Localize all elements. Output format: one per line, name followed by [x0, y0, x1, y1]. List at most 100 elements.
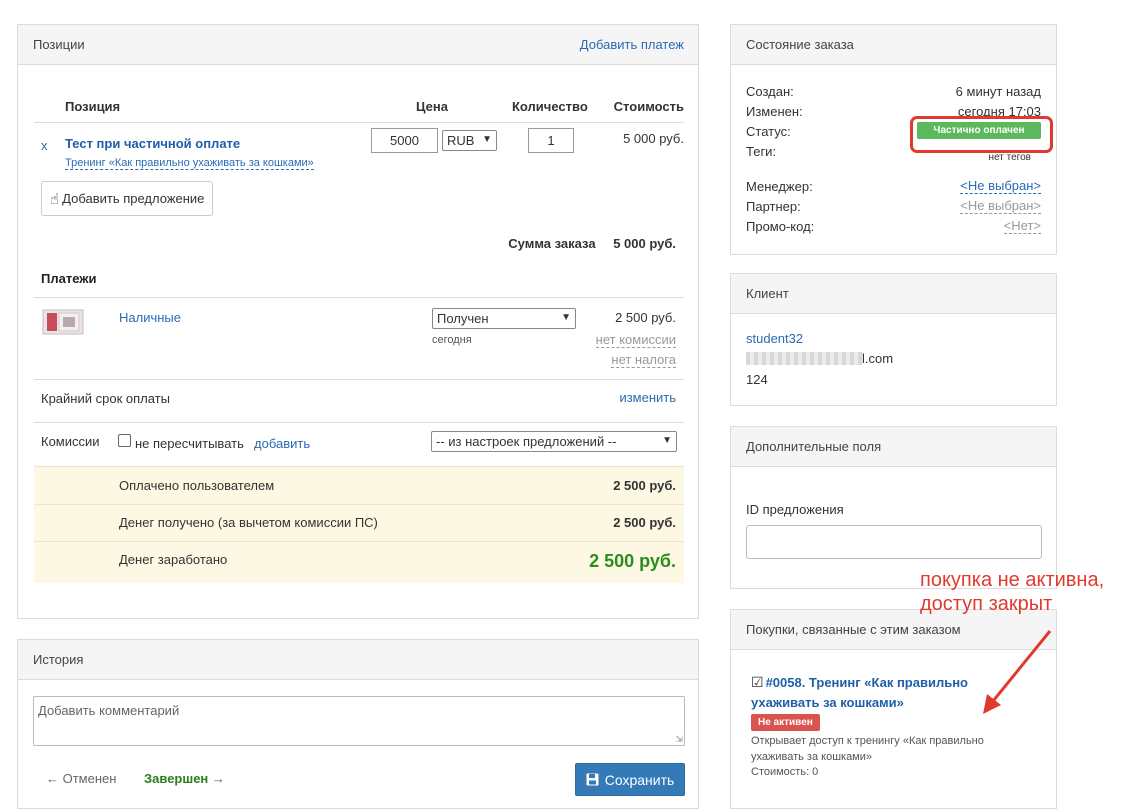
divider	[34, 379, 684, 380]
created-label: Создан:	[746, 84, 794, 99]
col-qty: Количество	[512, 99, 588, 114]
client-name-link[interactable]: student32	[746, 331, 803, 346]
offer-id-input[interactable]	[746, 525, 1042, 559]
earned-value: 2 500 руб.	[589, 551, 676, 571]
no-recalc-checkbox[interactable]	[118, 434, 131, 447]
add-offer-label: Добавить предложение	[62, 191, 205, 206]
received-label: Денег получено (за вычетом комиссии ПС)	[119, 515, 378, 530]
add-payment-link[interactable]: Добавить платеж	[580, 37, 684, 52]
extra-fields-header: Дополнительные поля	[731, 427, 1056, 467]
positions-header: Позиции Добавить платеж	[18, 25, 698, 65]
payments-title: Платежи	[41, 271, 97, 286]
order-status-header: Состояние заказа	[731, 25, 1056, 65]
purchase-cost: Стоимость: 0	[751, 766, 819, 778]
partner-select-link[interactable]: <Не выбран>	[960, 199, 1041, 214]
check-square-icon: ☑	[751, 674, 764, 690]
pointer-hand-icon: ☝	[50, 190, 60, 208]
currency-value: RUB	[447, 133, 475, 148]
earned-label: Денег заработано	[119, 552, 228, 567]
completed-status-button[interactable]: Завершен →	[144, 771, 225, 786]
add-commission-link[interactable]: добавить	[254, 436, 310, 451]
commission-source-select[interactable]: -- из настроек предложений -- ▼	[431, 431, 677, 452]
purchase-item: ☑ #0058. Тренинг «Как правильно ухаживать…	[751, 672, 991, 713]
status-badge[interactable]: Частично оплачен	[917, 122, 1041, 139]
positions-panel: Позиции Добавить платеж Позиция Цена Кол…	[17, 24, 699, 619]
purchase-description: Открывает доступ к тренингу «Как правиль…	[751, 735, 984, 763]
no-commission-link[interactable]: нет комиссии	[595, 333, 676, 348]
created-value: 6 минут назад	[955, 84, 1041, 99]
created-row: Создан: 6 минут назад	[746, 84, 1041, 99]
save-button[interactable]: Сохранить	[575, 763, 685, 796]
annotation-line-2: доступ закрыт	[920, 593, 1053, 615]
order-status-title: Состояние заказа	[746, 37, 854, 52]
item-title: Тест при частичной оплате	[65, 136, 241, 151]
resize-handle-icon[interactable]: ⇲	[675, 734, 683, 745]
promo-row: Промо-код: <Нет>	[746, 219, 1041, 234]
chevron-down-icon: ▼	[482, 134, 492, 145]
history-header: История	[18, 640, 698, 680]
client-title: Клиент	[746, 286, 789, 301]
comment-placeholder: Добавить комментарий	[38, 703, 180, 718]
deadline-change-link[interactable]: изменить	[619, 390, 676, 405]
paid-by-user-row: Оплачено пользователем 2 500 руб.	[34, 466, 684, 504]
partner-row: Партнер: <Не выбран>	[746, 199, 1041, 214]
col-item: Позиция	[65, 99, 121, 114]
item-training-link[interactable]: Тренинг «Как правильно ухаживать за кошк…	[65, 157, 314, 170]
received-value: 2 500 руб.	[613, 515, 676, 530]
order-sum: Сумма заказа 5 000 руб.	[508, 236, 676, 251]
payment-method-link[interactable]: Наличные	[119, 310, 181, 325]
manager-select-link[interactable]: <Не выбран>	[960, 179, 1041, 194]
client-header: Клиент	[731, 274, 1056, 314]
modified-label: Изменен:	[746, 104, 803, 119]
paid-by-user-value: 2 500 руб.	[613, 478, 676, 493]
quantity-input[interactable]: 1	[528, 128, 574, 153]
order-status-panel: Состояние заказа Создан: 6 минут назад И…	[730, 24, 1057, 255]
floppy-disk-icon	[586, 773, 599, 786]
payment-date: сегодня	[432, 334, 472, 346]
history-title: История	[33, 652, 84, 667]
currency-select[interactable]: RUB ▼	[442, 130, 497, 151]
manager-row: Менеджер: <Не выбран>	[746, 179, 1041, 194]
extra-fields-panel: Дополнительные поля ID предложения	[730, 426, 1057, 589]
annotation-line-1: покупка не активна,	[920, 569, 1105, 591]
chevron-down-icon: ▼	[561, 312, 571, 323]
divider	[34, 297, 684, 298]
promo-label: Промо-код:	[746, 219, 815, 234]
email-redacted-blur	[746, 352, 862, 365]
order-item-row: x Тест при частичной оплате Тренинг «Как…	[34, 125, 684, 173]
chevron-down-icon: ▼	[662, 435, 672, 446]
cancelled-status-button[interactable]: ← Отменен	[46, 771, 116, 786]
order-sum-value: 5 000 руб.	[613, 236, 676, 251]
client-email: l.com	[746, 351, 893, 366]
inactive-badge: Не активен	[751, 714, 820, 731]
status-label: Статус:	[746, 124, 791, 139]
paid-by-user-label: Оплачено пользователем	[119, 478, 275, 493]
received-row: Денег получено (за вычетом комиссии ПС) …	[34, 504, 684, 541]
history-panel: История Добавить комментарий ⇲ ← Отменен…	[17, 639, 699, 809]
purchase-title-link[interactable]: #0058. Тренинг «Как правильно ухаживать …	[751, 675, 968, 710]
promo-select-link[interactable]: <Нет>	[1003, 219, 1041, 234]
cash-icon	[41, 307, 87, 337]
divider	[34, 422, 684, 423]
payment-status-select[interactable]: Получен ▼	[432, 308, 576, 329]
col-price: Цена	[416, 99, 448, 114]
no-recalc-label: не пересчитывать	[135, 436, 244, 451]
add-offer-button[interactable]: ☝ Добавить предложение	[41, 181, 214, 216]
client-panel: Клиент student32 l.com 124	[730, 273, 1057, 406]
tags-label: Теги:	[746, 144, 777, 159]
tags-value: нет тегов	[988, 152, 1031, 163]
commission-label: Комиссии	[41, 434, 100, 449]
client-phone: 124	[746, 372, 768, 387]
price-input[interactable]: 5000	[371, 128, 438, 153]
offer-id-label: ID предложения	[746, 502, 844, 517]
commission-source-value: -- из настроек предложений --	[436, 434, 617, 449]
annotation-text: покупка не активна, доступ закрыт	[920, 568, 1104, 616]
comment-textarea[interactable]: Добавить комментарий ⇲	[33, 696, 685, 746]
item-cost: 5 000 руб.	[623, 131, 684, 146]
no-tax-link[interactable]: нет налога	[611, 353, 676, 368]
positions-table-header: Позиция Цена Количество Стоимость	[34, 91, 684, 123]
remove-item-button[interactable]: x	[41, 138, 48, 153]
earned-row: Денег заработано 2 500 руб.	[34, 541, 684, 583]
extra-fields-title: Дополнительные поля	[746, 439, 882, 454]
order-sum-label: Сумма заказа	[508, 236, 596, 251]
